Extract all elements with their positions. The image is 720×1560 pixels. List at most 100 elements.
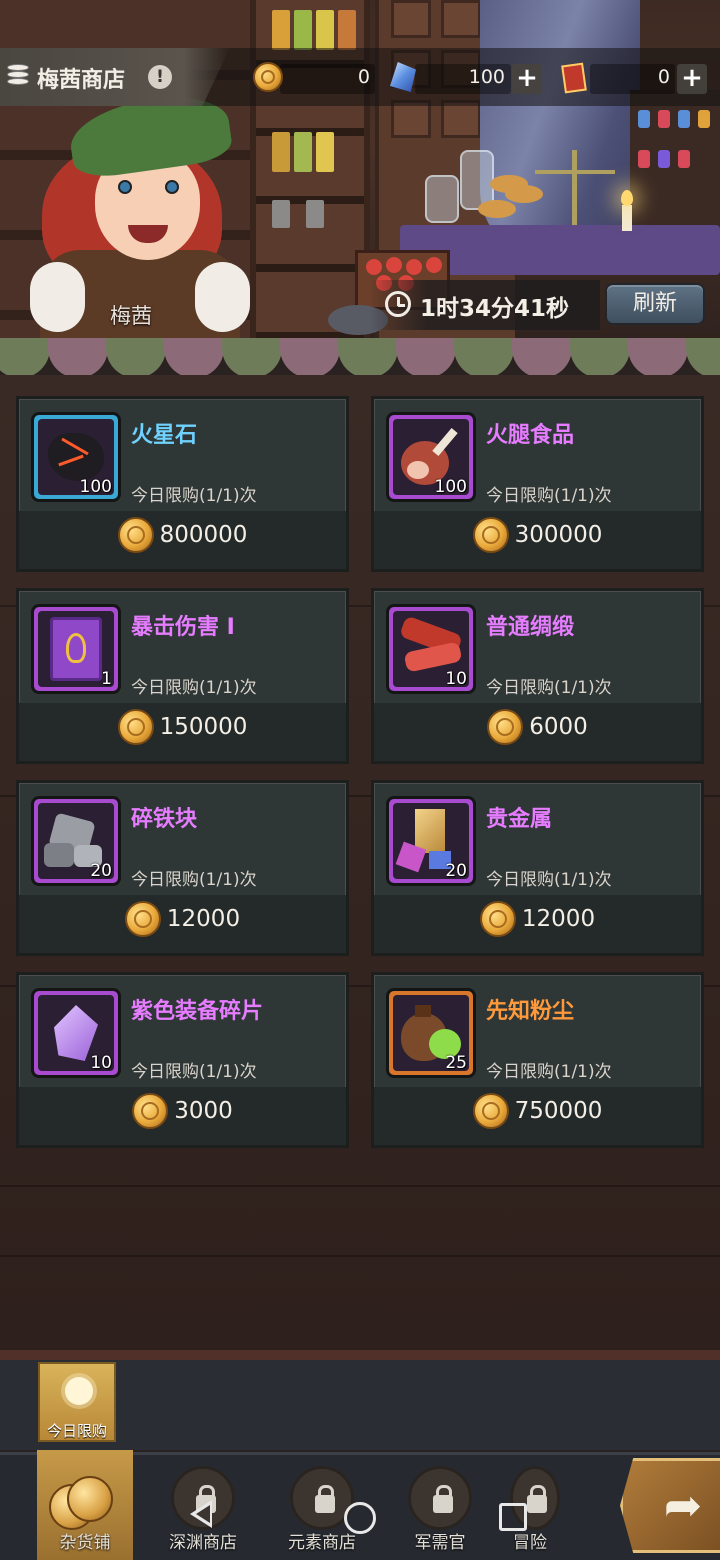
awning (0, 338, 720, 380)
item-purchase-limit: 今日限购(1/1)次 (486, 870, 612, 890)
nav-label: 深渊商店 (169, 1533, 237, 1553)
item-purchase-limit: 今日限购(1/1)次 (486, 1062, 612, 1082)
info-icon[interactable]: ! (148, 65, 172, 89)
item-quantity: 20 (90, 861, 112, 881)
system-recents-icon[interactable] (499, 1503, 527, 1531)
potion-bottle (698, 110, 710, 128)
potion-bottle (638, 150, 650, 168)
item-price[interactable]: 800000 (19, 517, 346, 563)
goods-box (272, 132, 290, 172)
gold-coin-icon (487, 709, 524, 745)
price-amount: 6000 (529, 714, 588, 740)
item-price[interactable]: 300000 (374, 517, 701, 563)
item-price[interactable]: 6000 (374, 709, 701, 755)
locked-shop-icon (408, 1466, 472, 1530)
item-quantity: 100 (434, 477, 467, 497)
potion-bottle (658, 110, 670, 128)
nav-label: 冒险 (513, 1533, 547, 1553)
curtain (480, 0, 640, 260)
coins-stack-icon (49, 1472, 119, 1530)
gold-coin-icon (124, 901, 161, 937)
nav-quartermaster[interactable]: 军需官 (390, 1460, 490, 1560)
lock-icon (315, 1485, 335, 1513)
refresh-button[interactable]: 刷新 (605, 283, 705, 325)
item-price[interactable]: 750000 (374, 1093, 701, 1139)
item-card[interactable]: 100 火腿食品今日限购(1/1)次 300000 (371, 396, 704, 572)
potion-shelf (630, 90, 720, 240)
item-name: 紫色装备碎片 (131, 999, 264, 1024)
scale (572, 150, 577, 225)
apple (366, 259, 382, 275)
price-amount: 12000 (166, 906, 241, 932)
apple (426, 257, 442, 273)
gold-coin-icon (472, 517, 509, 553)
item-card[interactable]: 100 火星石今日限购(1/1)次 800000 (16, 396, 349, 572)
drawer (441, 0, 481, 38)
npc-name: 梅茜 (110, 304, 152, 328)
gold-coin-icon (472, 1093, 509, 1129)
awning-segment (454, 338, 514, 378)
add-crystal-button[interactable]: + (512, 64, 542, 94)
item-quantity: 10 (90, 1053, 112, 1073)
item-icon-frame: 20 (386, 796, 476, 886)
item-card[interactable]: 10 普通绸缎 今日限购(1/1)次 6000 (371, 588, 704, 764)
item-name: 暴击伤害 I (131, 615, 235, 640)
item-price[interactable]: 12000 (19, 901, 346, 947)
nav-general-store[interactable]: 杂货铺 (35, 1460, 135, 1560)
item-purchase-limit: 今日限购(1/1)次 (131, 486, 257, 506)
goods-box (294, 10, 312, 50)
item-card[interactable]: 20 碎铁块 今日限购(1/1)次 12000 (16, 780, 349, 956)
nav-label: 军需官 (414, 1533, 466, 1553)
goods-box (316, 132, 334, 172)
item-icon-frame: 25 (386, 988, 476, 1078)
potion-bottle (678, 110, 690, 128)
item-quantity: 20 (445, 861, 467, 881)
item-price[interactable]: 150000 (19, 709, 346, 755)
item-card[interactable]: 25 先知粉尘今日限购(1/1)次 750000 (371, 972, 704, 1148)
item-name: 碎铁块 (131, 807, 198, 832)
gold-coin-icon (117, 709, 154, 745)
item-name: 火腿食品 (486, 423, 575, 448)
item-icon-frame: 20 (31, 796, 121, 886)
item-price[interactable]: 3000 (19, 1093, 346, 1139)
price-amount: 300000 (514, 522, 603, 548)
item-purchase-limit: 今日限购(1/1)次 (486, 486, 612, 506)
add-ticket-button[interactable]: + (677, 64, 707, 94)
price-amount: 12000 (521, 906, 596, 932)
bread (478, 200, 516, 218)
item-card[interactable]: 1 暴击伤害 I 今日限购(1/1)次 150000 (16, 588, 349, 764)
apple (386, 257, 402, 273)
item-quantity: 25 (445, 1053, 467, 1073)
npc-sleeve (195, 262, 250, 332)
awning-segment (280, 338, 340, 378)
goods-box (306, 200, 324, 228)
candle-flame (621, 190, 633, 206)
item-quantity: 100 (79, 477, 112, 497)
awning-segment (106, 338, 166, 378)
bread (490, 175, 528, 193)
item-card[interactable]: 20 贵金属 今日限购(1/1)次 12000 (371, 780, 704, 956)
gold-amount: 0 (357, 66, 370, 88)
awning-segment (338, 338, 398, 378)
gold-coin-icon (132, 1093, 169, 1129)
item-card[interactable]: 10 紫色装备碎片 今日限购(1/1)次 3000 (16, 972, 349, 1148)
scale-beam (535, 170, 615, 174)
item-icon-frame: 1 (31, 604, 121, 694)
gold-coin-icon (253, 62, 283, 92)
item-name: 火星石 (131, 423, 198, 448)
awning-segment (686, 338, 720, 378)
tab-daily-limit[interactable]: 今日限购 (38, 1362, 116, 1442)
arrow-icon: ➦ (663, 1478, 703, 1532)
awning-segment (48, 338, 108, 378)
item-name: 先知粉尘 (486, 999, 575, 1024)
apple (406, 259, 422, 275)
awning-segment (512, 338, 572, 378)
item-price[interactable]: 12000 (374, 901, 701, 947)
price-amount: 3000 (174, 1098, 233, 1124)
price-amount: 750000 (514, 1098, 603, 1124)
coin-stack-icon (7, 64, 29, 88)
tab-daily-limit-label: 今日限购 (46, 1422, 107, 1440)
system-home-icon[interactable] (344, 1502, 376, 1534)
item-quantity: 1 (101, 669, 112, 689)
item-quantity: 10 (445, 669, 467, 689)
